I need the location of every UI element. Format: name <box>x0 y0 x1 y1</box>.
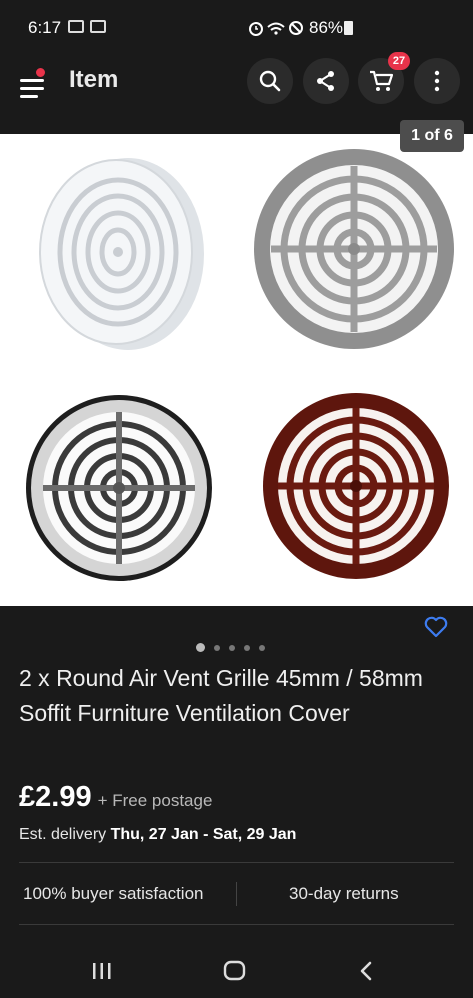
battery-percent: 86% <box>309 18 344 37</box>
buyer-satisfaction[interactable]: 100% buyer satisfaction <box>23 884 204 904</box>
vent-image-chrome <box>26 395 212 581</box>
cart-button[interactable]: 27 <box>358 52 410 104</box>
alarm-icon <box>249 22 263 36</box>
product-image-gallery[interactable]: 1 of 6 <box>0 120 473 606</box>
do-not-disturb-icon <box>289 21 303 35</box>
vent-image-silver <box>254 149 454 349</box>
trust-separator <box>236 882 237 906</box>
pagination-dot[interactable] <box>259 644 265 651</box>
battery-icon <box>344 21 353 35</box>
returns-policy[interactable]: 30-day returns <box>289 884 399 904</box>
share-icon <box>317 71 334 91</box>
delivery-label: Est. delivery <box>19 826 111 843</box>
pagination-dot[interactable] <box>214 644 220 651</box>
status-left-icons <box>68 20 106 33</box>
more-options-button[interactable] <box>414 58 460 104</box>
estimated-delivery: Est. delivery Thu, 27 Jan - Sat, 29 Jan <box>19 826 296 844</box>
pagination-dot[interactable] <box>244 644 250 651</box>
system-nav-bar <box>0 942 473 998</box>
cart-count-badge: 27 <box>388 52 410 70</box>
pagination-dot[interactable] <box>229 644 235 651</box>
item-price: £2.99 <box>19 781 92 813</box>
share-button[interactable] <box>303 58 349 104</box>
recent-apps-icon[interactable] <box>91 962 113 980</box>
search-icon <box>259 70 281 92</box>
screenshot-icon <box>90 20 106 33</box>
pagination-dot-active[interactable] <box>196 643 205 652</box>
status-right-icons <box>249 21 303 36</box>
item-details: 2 x Round Air Vent Grille 45mm / 58mm So… <box>0 606 473 942</box>
search-button[interactable] <box>247 58 293 104</box>
gallery-notification-icon <box>68 20 84 33</box>
postage-info: + Free postage <box>97 791 213 810</box>
status-time: 6:17 <box>28 18 62 37</box>
notification-dot <box>34 66 47 79</box>
home-icon[interactable] <box>223 960 247 982</box>
watch-heart-icon[interactable] <box>424 616 448 638</box>
divider <box>19 862 454 863</box>
page-title: Item <box>69 66 119 93</box>
vent-image-white <box>39 158 204 350</box>
wifi-icon <box>267 22 285 35</box>
divider <box>19 924 454 925</box>
item-title: 2 x Round Air Vent Grille 45mm / 58mm So… <box>19 665 423 726</box>
delivery-dates: Thu, 27 Jan - Sat, 29 Jan <box>110 826 297 843</box>
menu-button[interactable] <box>18 66 48 100</box>
more-vertical-icon <box>434 70 440 92</box>
status-bar: 6:17 86% <box>0 0 473 56</box>
vent-image-brown <box>263 393 449 579</box>
cart-icon <box>370 70 393 91</box>
gallery-pagination-dots[interactable] <box>196 643 265 652</box>
back-icon[interactable] <box>358 961 374 981</box>
price-row: £2.99 + Free postage <box>19 781 212 814</box>
